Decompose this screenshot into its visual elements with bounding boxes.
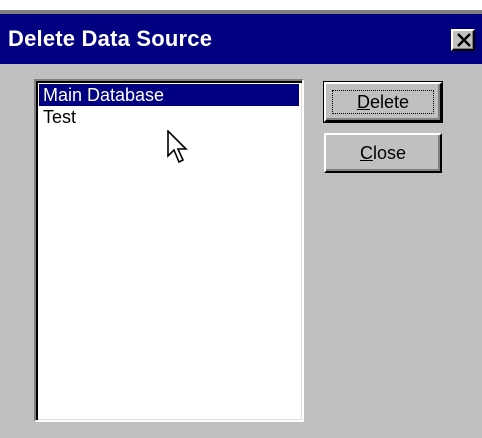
- close-window-button[interactable]: [451, 29, 475, 51]
- window-title: Delete Data Source: [8, 26, 213, 51]
- close-button[interactable]: Close: [324, 133, 442, 173]
- delete-button[interactable]: Delete: [323, 81, 443, 123]
- close-icon: [457, 33, 471, 47]
- list-item-main-database[interactable]: Main Database: [39, 84, 299, 106]
- close-button-label: Close: [359, 143, 407, 163]
- title-bar[interactable]: Delete Data Source: [0, 14, 482, 64]
- delete-button-label: Delete: [356, 92, 410, 112]
- delete-data-source-dialog: Delete Data Source Main Database Test De…: [0, 0, 482, 438]
- list-item-test[interactable]: Test: [39, 106, 299, 128]
- mouse-pointer-icon: [167, 130, 188, 164]
